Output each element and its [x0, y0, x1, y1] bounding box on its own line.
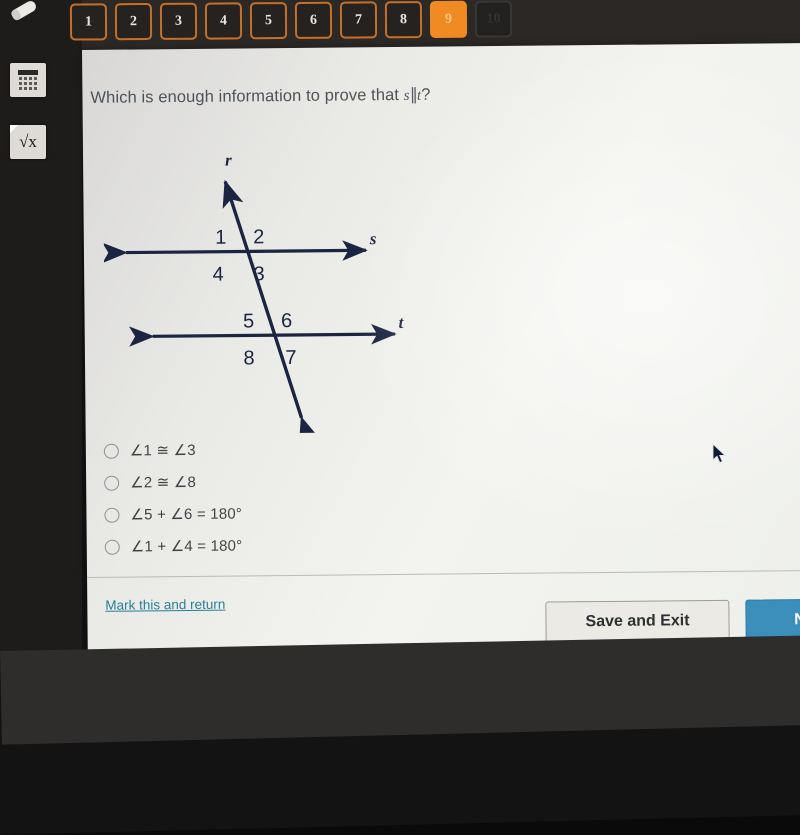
calculator-icon [10, 63, 46, 97]
qnum-button-1[interactable]: 1 [69, 3, 108, 41]
square-root-label: √x [19, 132, 37, 151]
photographed-screen: √x 1 2 3 4 5 6 7 8 9 10 Which is enough … [0, 0, 800, 835]
line-s [102, 240, 368, 264]
line-t [128, 323, 397, 347]
qnum-label: 1 [84, 13, 93, 29]
qnum-button-3[interactable]: 3 [159, 2, 198, 40]
qnum-label: 3 [174, 13, 183, 29]
qnum-button-6[interactable]: 6 [294, 1, 333, 39]
question-prompt: Which is enough information to prove tha… [90, 85, 430, 108]
qnum-label: 7 [354, 12, 363, 28]
option-label-1: ∠1 ≅ ∠3 [129, 441, 196, 460]
qnum-label: 2 [129, 13, 138, 29]
qnum-button-4[interactable]: 4 [204, 2, 243, 40]
qnum-button-9[interactable]: 9 [429, 0, 468, 39]
angle-label-7: 7 [285, 347, 296, 369]
radio-button-option-4[interactable] [104, 539, 120, 555]
angle-label-5: 5 [243, 310, 254, 332]
radio-button-option-3[interactable] [104, 507, 120, 523]
calculator-tool[interactable] [8, 60, 48, 100]
qnum-label: 10 [486, 11, 501, 27]
qnum-label: 5 [264, 12, 273, 28]
question-content-card: Which is enough information to prove tha… [82, 43, 800, 650]
qnum-label: 6 [309, 12, 318, 28]
figure-label-t: t [399, 313, 405, 332]
qnum-label: 8 [399, 11, 408, 27]
angle-label-6: 6 [281, 310, 292, 332]
mouse-cursor [712, 443, 727, 464]
qnum-button-10[interactable]: 10 [474, 0, 513, 38]
equation-editor-tool[interactable]: √x [8, 122, 48, 162]
option-label-2: ∠2 ≅ ∠8 [130, 473, 197, 492]
geometry-figure: r s t 1 2 3 4 5 6 7 8 [102, 151, 405, 435]
figure-label-r: r [225, 151, 232, 170]
question-suffix: ? [421, 85, 431, 104]
option-row-4[interactable]: ∠1 + ∠4 = 180° [104, 529, 243, 562]
footer-divider [87, 570, 800, 578]
question-number-nav[interactable]: 1 2 3 4 5 6 7 8 9 10 [69, 0, 513, 41]
option-label-4: ∠1 + ∠4 = 180° [130, 537, 243, 556]
pen-icon [11, 1, 36, 21]
square-root-icon: √x [10, 125, 46, 159]
transversal-line-r [222, 179, 320, 435]
qnum-button-7[interactable]: 7 [339, 1, 378, 39]
angle-label-3: 3 [253, 263, 264, 285]
option-row-1[interactable]: ∠1 ≅ ∠3 [103, 433, 242, 466]
angle-label-1: 1 [215, 227, 226, 249]
pen-eraser-tool[interactable] [6, 0, 46, 38]
mark-this-and-return-link[interactable]: Mark this and return [105, 597, 225, 613]
desk-shadow [0, 724, 800, 835]
qnum-label: 9 [444, 11, 453, 27]
figure-label-s: s [369, 229, 377, 248]
question-prefix: Which is enough information to prove tha… [90, 85, 404, 107]
qnum-button-2[interactable]: 2 [114, 2, 153, 41]
qnum-button-8[interactable]: 8 [384, 1, 423, 39]
answer-options-list: ∠1 ≅ ∠3 ∠2 ≅ ∠8 ∠5 + ∠6 = 180° ∠1 + ∠4 =… [103, 433, 243, 562]
radio-button-option-2[interactable] [104, 475, 120, 491]
option-row-3[interactable]: ∠5 + ∠6 = 180° [104, 497, 242, 530]
angle-label-2: 2 [253, 226, 264, 248]
qnum-label: 4 [219, 12, 228, 28]
option-row-2[interactable]: ∠2 ≅ ∠8 [104, 465, 242, 498]
angle-label-8: 8 [243, 347, 254, 369]
radio-button-option-1[interactable] [103, 443, 119, 459]
qnum-button-5[interactable]: 5 [249, 2, 288, 40]
option-label-3: ∠5 + ∠6 = 180° [130, 505, 243, 524]
angle-label-4: 4 [212, 264, 223, 286]
